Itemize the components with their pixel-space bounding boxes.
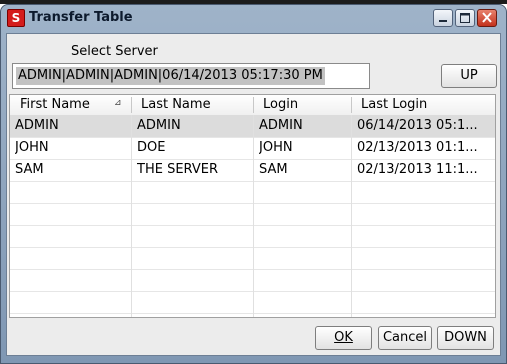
column-header-last-login[interactable]: Last Login (361, 97, 427, 112)
maximize-icon (460, 13, 470, 23)
login-cell: ADMIN (259, 118, 303, 133)
first-name-cell: JOHN (15, 140, 49, 155)
users-table[interactable]: First Name ⊿ Last Name Login Last Login … (9, 94, 496, 318)
grid-line (253, 115, 254, 317)
last-login-cell: 06/14/2013 05:1... (357, 118, 478, 133)
ok-button[interactable]: OK (315, 326, 372, 350)
login-cell: SAM (259, 162, 288, 177)
dialog-body: Select Server ADMIN|ADMIN|ADMIN|06/14/20… (6, 33, 501, 356)
column-divider[interactable] (351, 97, 352, 113)
server-input-value: ADMIN|ADMIN|ADMIN|06/14/2013 05:17:30 PM (16, 67, 325, 85)
minimize-icon (439, 20, 447, 22)
app-icon: S (7, 9, 25, 27)
last-login-cell: 02/13/2013 01:1... (357, 140, 478, 155)
table-header: First Name ⊿ Last Name Login Last Login (10, 95, 495, 116)
column-divider[interactable] (131, 97, 132, 113)
grid-line (351, 115, 352, 317)
sort-ascending-icon: ⊿ (114, 98, 122, 108)
select-server-label: Select Server (71, 44, 158, 59)
column-divider[interactable] (253, 97, 254, 113)
login-cell: JOHN (259, 140, 293, 155)
first-name-cell: SAM (15, 162, 44, 177)
maximize-button[interactable] (455, 9, 475, 27)
server-input[interactable]: ADMIN|ADMIN|ADMIN|06/14/2013 05:17:30 PM (12, 63, 370, 89)
column-header-first-name[interactable]: First Name (20, 97, 90, 112)
close-icon (482, 12, 492, 23)
close-button[interactable] (477, 9, 497, 27)
column-header-last-name[interactable]: Last Name (141, 97, 211, 112)
cancel-button[interactable]: Cancel (378, 326, 432, 350)
last-name-cell: DOE (137, 140, 166, 155)
last-name-cell: THE SERVER (137, 162, 218, 177)
last-login-cell: 02/13/2013 11:1... (357, 162, 478, 177)
grid-line (131, 115, 132, 317)
title-bar[interactable]: S Transfer Table (1, 5, 506, 31)
transfer-table-window: S Transfer Table Select Server ADMIN|ADM… (0, 4, 507, 364)
column-header-login[interactable]: Login (263, 97, 298, 112)
window-title: Transfer Table (29, 10, 133, 25)
up-button[interactable]: UP (441, 64, 497, 88)
down-button[interactable]: DOWN (437, 326, 494, 350)
last-name-cell: ADMIN (137, 118, 181, 133)
first-name-cell: ADMIN (15, 118, 59, 133)
minimize-button[interactable] (433, 9, 453, 27)
